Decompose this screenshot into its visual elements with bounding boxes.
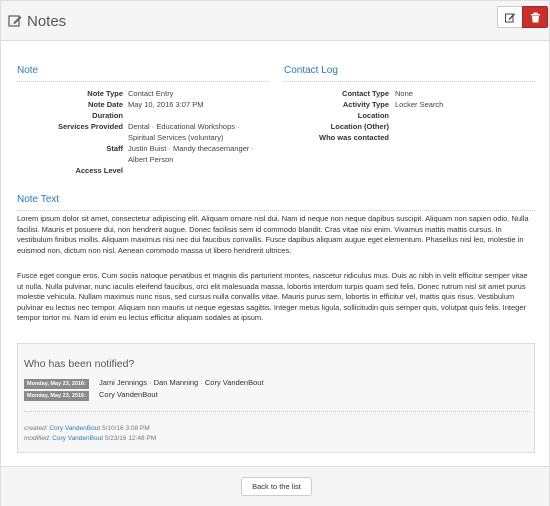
pencil-icon (505, 13, 515, 23)
contact-type-value: None (395, 89, 413, 98)
created-label: created: (24, 425, 48, 432)
note-text-paragraph-1: Lorem ipsum dolor sit amet, consectetur … (17, 214, 529, 255)
back-to-list-button[interactable]: Back to the list (241, 477, 312, 496)
created-by-link[interactable]: Cory VandenBout (49, 425, 100, 432)
note-date-label: Note Date (87, 100, 123, 109)
location-other-label: Location (Other) (330, 122, 389, 131)
contact-log-values: None Locker Search (395, 87, 535, 117)
delete-button[interactable] (522, 6, 548, 28)
services-label: Services Provided (57, 122, 123, 131)
note-text-section-title: Note Text (17, 194, 60, 205)
staff-label: Staff (106, 144, 123, 153)
notified-names: Cory VandenBout (99, 390, 158, 399)
services-value-line1: Dental · Educational Workshops · (128, 122, 240, 131)
duration-label: Duration (92, 111, 123, 120)
notified-date-badge: Monday, May 23, 2016: (24, 391, 89, 401)
notified-title: Who has been notified? (24, 358, 135, 370)
edit-button[interactable] (497, 6, 523, 28)
trash-icon (531, 12, 540, 23)
note-section-title: Note (17, 65, 39, 76)
page-title: Notes (27, 13, 67, 30)
note-text-paragraph-2: Fusce eget congue eros. Cum sociis natoq… (17, 271, 528, 323)
staff-value-line1: Justin Buist · Mandy thecasemanger · (128, 144, 254, 153)
contact-log-section-title: Contact Log (284, 65, 338, 76)
activity-type-value: Locker Search (395, 100, 444, 109)
modified-date: 5/23/16 12:48 PM (104, 435, 157, 442)
panel-header: Notes (1, 1, 549, 41)
modified-by-link[interactable]: Cory VandenBout (52, 435, 103, 442)
note-text-divider (17, 210, 535, 211)
note-values: Contact Entry May 10, 2016 3:07 PM Denta… (128, 87, 278, 177)
notes-panel: Notes Note Note Type Note Date Duration … (0, 0, 550, 506)
notified-box: Who has been notified? Monday, May 23, 2… (17, 343, 535, 453)
notified-date-badge: Monday, May 23, 2016: (24, 379, 89, 389)
notified-divider (24, 411, 530, 412)
access-level-label: Access Level (75, 166, 123, 175)
note-type-value: Contact Entry (128, 89, 174, 98)
note-type-label: Note Type (87, 89, 123, 98)
modified-meta: modified: Cory VandenBout 5/23/16 12:48 … (24, 435, 156, 442)
note-labels: Note Type Note Date Duration Services Pr… (17, 87, 123, 177)
edit-icon (8, 14, 22, 28)
created-date: 5/10/16 3:08 PM (101, 425, 150, 432)
who-contacted-label: Who was contacted (318, 133, 389, 142)
notified-names: Jami Jennings · Dan Manning · Cory Vande… (99, 378, 264, 387)
staff-value-line2: Albert Person (128, 155, 174, 164)
activity-type-label: Activity Type (342, 100, 389, 109)
location-label: Location (357, 111, 389, 120)
note-section-divider (17, 81, 268, 82)
modified-label: modified: (24, 435, 51, 442)
panel-footer: Back to the list (1, 466, 549, 506)
contact-log-labels: Contact Type Activity Type Location Loca… (284, 87, 389, 147)
contact-type-label: Contact Type (342, 89, 389, 98)
contact-log-divider (284, 81, 535, 82)
note-date-value: May 10, 2016 3:07 PM (128, 100, 204, 109)
created-meta: created: Cory VandenBout 5/10/16 3:08 PM (24, 425, 150, 432)
services-value-line2: Spiritual Services (voluntary) (128, 133, 224, 142)
